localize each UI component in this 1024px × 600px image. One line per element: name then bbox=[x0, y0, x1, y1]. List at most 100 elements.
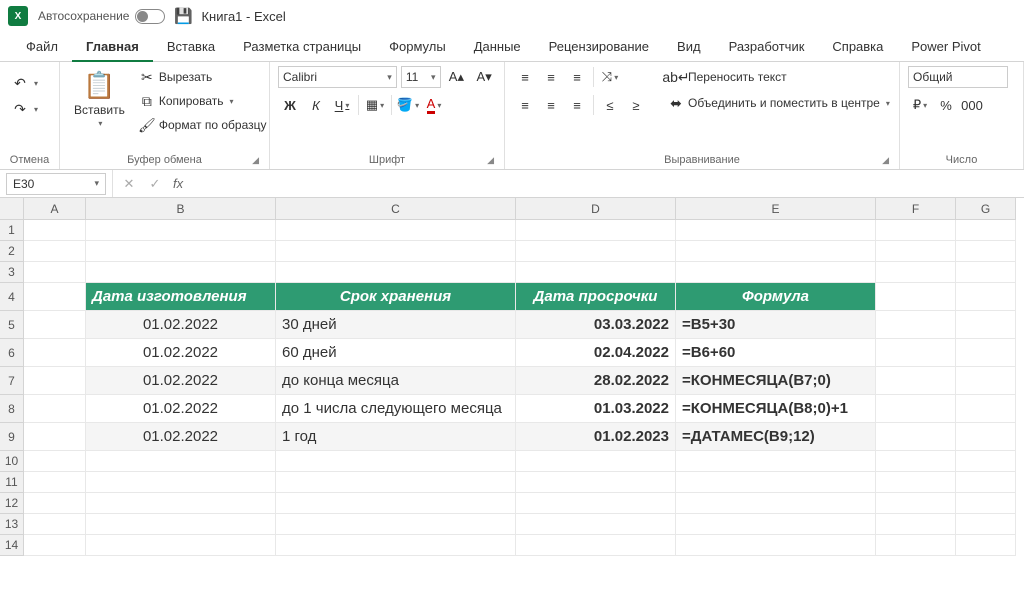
cell[interactable] bbox=[956, 241, 1016, 262]
tab-рецензирование[interactable]: Рецензирование bbox=[535, 33, 663, 60]
cell[interactable]: =КОНМЕСЯЦА(B7;0) bbox=[676, 367, 876, 395]
formula-input[interactable] bbox=[191, 173, 1024, 195]
align-middle-button[interactable]: ≡ bbox=[539, 66, 563, 88]
cell[interactable] bbox=[676, 262, 876, 283]
cell[interactable] bbox=[86, 493, 276, 514]
cell[interactable] bbox=[276, 535, 516, 556]
align-bottom-button[interactable]: ≡ bbox=[565, 66, 589, 88]
align-right-button[interactable]: ≡ bbox=[565, 94, 589, 116]
increase-font-button[interactable]: A▴ bbox=[445, 66, 469, 88]
underline-button[interactable]: Ч▾ bbox=[330, 94, 354, 116]
cell[interactable] bbox=[24, 311, 86, 339]
font-size-combo[interactable]: 11▾ bbox=[401, 66, 441, 88]
cell[interactable] bbox=[956, 311, 1016, 339]
tab-файл[interactable]: Файл bbox=[12, 33, 72, 60]
row-header[interactable]: 13 bbox=[0, 514, 24, 535]
cell[interactable] bbox=[676, 472, 876, 493]
cell[interactable]: =ДАТАМЕС(B9;12) bbox=[676, 423, 876, 451]
cell[interactable]: =КОНМЕСЯЦА(B8;0)+1 bbox=[676, 395, 876, 423]
cell[interactable] bbox=[24, 514, 86, 535]
cut-button[interactable]: ✂Вырезать bbox=[135, 66, 271, 88]
cell[interactable] bbox=[876, 493, 956, 514]
merge-center-button[interactable]: ⬌Объединить и поместить в центре▾ bbox=[664, 92, 894, 114]
currency-button[interactable]: ₽▾ bbox=[908, 94, 932, 116]
row-header[interactable]: 1 bbox=[0, 220, 24, 241]
cell[interactable] bbox=[86, 535, 276, 556]
row-header[interactable]: 4 bbox=[0, 283, 24, 311]
cell[interactable] bbox=[876, 514, 956, 535]
tab-главная[interactable]: Главная bbox=[72, 33, 153, 62]
tab-power-pivot[interactable]: Power Pivot bbox=[897, 33, 994, 60]
undo-button[interactable]: ↶▾ bbox=[8, 72, 51, 94]
cell[interactable] bbox=[876, 472, 956, 493]
cell[interactable]: 01.02.2022 bbox=[86, 339, 276, 367]
cell[interactable] bbox=[956, 451, 1016, 472]
cell[interactable] bbox=[876, 339, 956, 367]
paste-button[interactable]: 📋 Вставить ▾ bbox=[68, 66, 131, 136]
cell[interactable] bbox=[956, 283, 1016, 311]
row-header[interactable]: 5 bbox=[0, 311, 24, 339]
autosave-toggle[interactable]: Автосохранение bbox=[38, 9, 165, 24]
cell[interactable] bbox=[86, 451, 276, 472]
column-header[interactable]: C bbox=[276, 198, 516, 220]
align-top-button[interactable]: ≡ bbox=[513, 66, 537, 88]
row-header[interactable]: 7 bbox=[0, 367, 24, 395]
cell[interactable] bbox=[876, 220, 956, 241]
tab-разработчик[interactable]: Разработчик bbox=[715, 33, 819, 60]
bold-button[interactable]: Ж bbox=[278, 94, 302, 116]
cell[interactable]: до конца месяца bbox=[276, 367, 516, 395]
row-header[interactable]: 6 bbox=[0, 339, 24, 367]
row-header[interactable]: 9 bbox=[0, 423, 24, 451]
decrease-indent-button[interactable]: ≤ bbox=[598, 94, 622, 116]
cell[interactable] bbox=[24, 493, 86, 514]
cell[interactable]: 01.02.2023 bbox=[516, 423, 676, 451]
cell[interactable] bbox=[876, 311, 956, 339]
row-header[interactable]: 2 bbox=[0, 241, 24, 262]
cell[interactable]: 01.02.2022 bbox=[86, 395, 276, 423]
cell[interactable] bbox=[86, 262, 276, 283]
cell[interactable]: 03.03.2022 bbox=[516, 311, 676, 339]
cell[interactable] bbox=[24, 423, 86, 451]
cell[interactable] bbox=[24, 367, 86, 395]
cell[interactable] bbox=[876, 241, 956, 262]
cell[interactable] bbox=[276, 514, 516, 535]
cell[interactable] bbox=[276, 220, 516, 241]
cell[interactable] bbox=[956, 514, 1016, 535]
cell[interactable] bbox=[86, 514, 276, 535]
cell[interactable] bbox=[956, 367, 1016, 395]
cell[interactable] bbox=[956, 220, 1016, 241]
row-header[interactable]: 3 bbox=[0, 262, 24, 283]
cell[interactable]: 02.04.2022 bbox=[516, 339, 676, 367]
cell[interactable]: 01.02.2022 bbox=[86, 367, 276, 395]
fill-color-button[interactable]: 🪣▾ bbox=[396, 94, 420, 116]
column-header[interactable]: G bbox=[956, 198, 1016, 220]
select-all-corner[interactable] bbox=[0, 198, 24, 220]
cell[interactable] bbox=[24, 283, 86, 311]
tab-вид[interactable]: Вид bbox=[663, 33, 715, 60]
row-header[interactable]: 14 bbox=[0, 535, 24, 556]
cell[interactable] bbox=[876, 262, 956, 283]
number-format-combo[interactable]: Общий bbox=[908, 66, 1008, 88]
cell[interactable] bbox=[24, 339, 86, 367]
enter-icon[interactable]: ✓ bbox=[143, 173, 167, 195]
cell[interactable]: 01.02.2022 bbox=[86, 423, 276, 451]
cell[interactable] bbox=[276, 262, 516, 283]
cell[interactable] bbox=[676, 493, 876, 514]
cell[interactable] bbox=[676, 220, 876, 241]
cell[interactable]: 01.02.2022 bbox=[86, 311, 276, 339]
cell[interactable] bbox=[876, 451, 956, 472]
cell[interactable] bbox=[24, 535, 86, 556]
cell[interactable] bbox=[676, 451, 876, 472]
tab-справка[interactable]: Справка bbox=[818, 33, 897, 60]
cell[interactable] bbox=[516, 220, 676, 241]
cell[interactable] bbox=[516, 262, 676, 283]
cell[interactable] bbox=[516, 472, 676, 493]
cancel-icon[interactable]: ✕ bbox=[117, 173, 141, 195]
cell[interactable] bbox=[876, 423, 956, 451]
cell[interactable]: до 1 числа следующего месяца bbox=[276, 395, 516, 423]
cell[interactable]: 1 год bbox=[276, 423, 516, 451]
dialog-launcher-icon[interactable]: ◢ bbox=[252, 155, 259, 166]
redo-button[interactable]: ↷▾ bbox=[8, 98, 51, 120]
cell[interactable]: 30 дней bbox=[276, 311, 516, 339]
dialog-launcher-icon[interactable]: ◢ bbox=[487, 155, 494, 166]
